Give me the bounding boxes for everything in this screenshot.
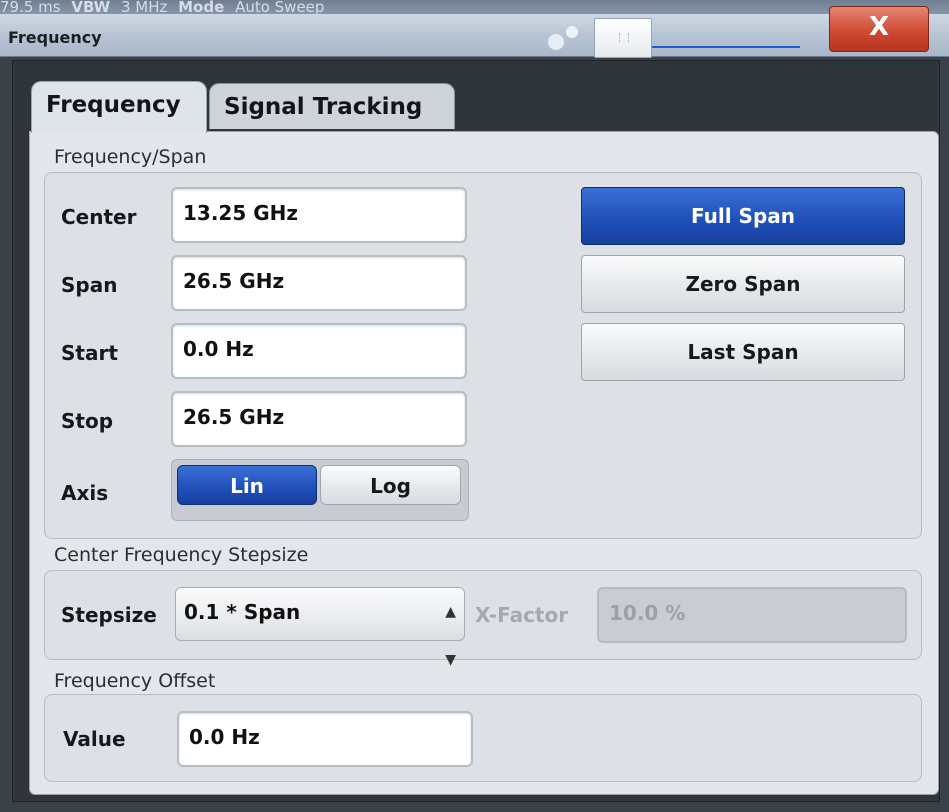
vbw-value: 3 MHz [120, 0, 168, 14]
span-field[interactable]: 26.5 GHz [171, 255, 467, 311]
stepsize-select[interactable]: 0.1 * Span ▲ ▼ [175, 587, 465, 668]
full-span-button[interactable]: Full Span [581, 187, 905, 245]
tab-panel-frequency: Frequency/Span Center 13.25 GHz Span 26.… [29, 131, 939, 795]
start-label: Start [61, 341, 118, 365]
start-field[interactable]: 0.0 Hz [171, 323, 467, 379]
offset-value-field[interactable]: 0.0 Hz [177, 711, 473, 767]
last-span-button[interactable]: Last Span [581, 323, 905, 381]
sweep-time-text: 79.5 ms [0, 0, 61, 14]
axis-toggle: Lin Log [171, 459, 469, 521]
close-button[interactable]: X [829, 6, 929, 52]
mode-value: Auto Sweep [235, 0, 325, 14]
frequency-span-section-title: Frequency/Span [54, 146, 207, 168]
frequency-dialog: Signal Tracking Frequency Frequency/Span… [12, 60, 940, 802]
axis-lin-option[interactable]: Lin [177, 465, 317, 505]
stepsize-group: Stepsize 0.1 * Span ▲ ▼ X-Factor 10.0 % [44, 570, 922, 668]
vbw-label: VBW [71, 0, 111, 14]
axis-log-option[interactable]: Log [320, 465, 461, 505]
center-label: Center [61, 205, 137, 229]
stepsize-section-title: Center Frequency Stepsize [54, 544, 309, 566]
axis-label: Axis [61, 481, 109, 505]
dialog-title: Frequency [8, 28, 102, 47]
center-field[interactable]: 13.25 GHz [171, 187, 467, 243]
transparency-slider-track[interactable] [650, 46, 800, 48]
background-status-strip: 79.5 ms VBW 3 MHz Mode Auto Sweep [0, 0, 949, 14]
frequency-span-group: Center 13.25 GHz Span 26.5 GHz Start 0.0… [44, 172, 922, 539]
tab-frequency[interactable]: Frequency [31, 81, 207, 133]
stepsize-select-value: 0.1 * Span [184, 600, 301, 624]
offset-value-label: Value [63, 727, 126, 751]
tab-signal-tracking[interactable]: Signal Tracking [209, 83, 455, 129]
updown-arrow-icon: ▲ ▼ [445, 604, 456, 668]
offset-group: Value 0.0 Hz [44, 694, 922, 782]
span-label: Span [61, 273, 118, 297]
stop-field[interactable]: 26.5 GHz [171, 391, 467, 447]
dialog-titlebar[interactable]: Frequency X [0, 6, 949, 58]
x-factor-label: X-Factor [475, 603, 569, 627]
offset-section-title: Frequency Offset [54, 670, 216, 692]
mode-label: Mode [178, 0, 225, 14]
x-factor-field: 10.0 % [597, 587, 907, 643]
stop-label: Stop [61, 409, 114, 433]
transparency-slider-handle[interactable] [594, 18, 652, 58]
zero-span-button[interactable]: Zero Span [581, 255, 905, 313]
stepsize-label: Stepsize [61, 603, 157, 627]
